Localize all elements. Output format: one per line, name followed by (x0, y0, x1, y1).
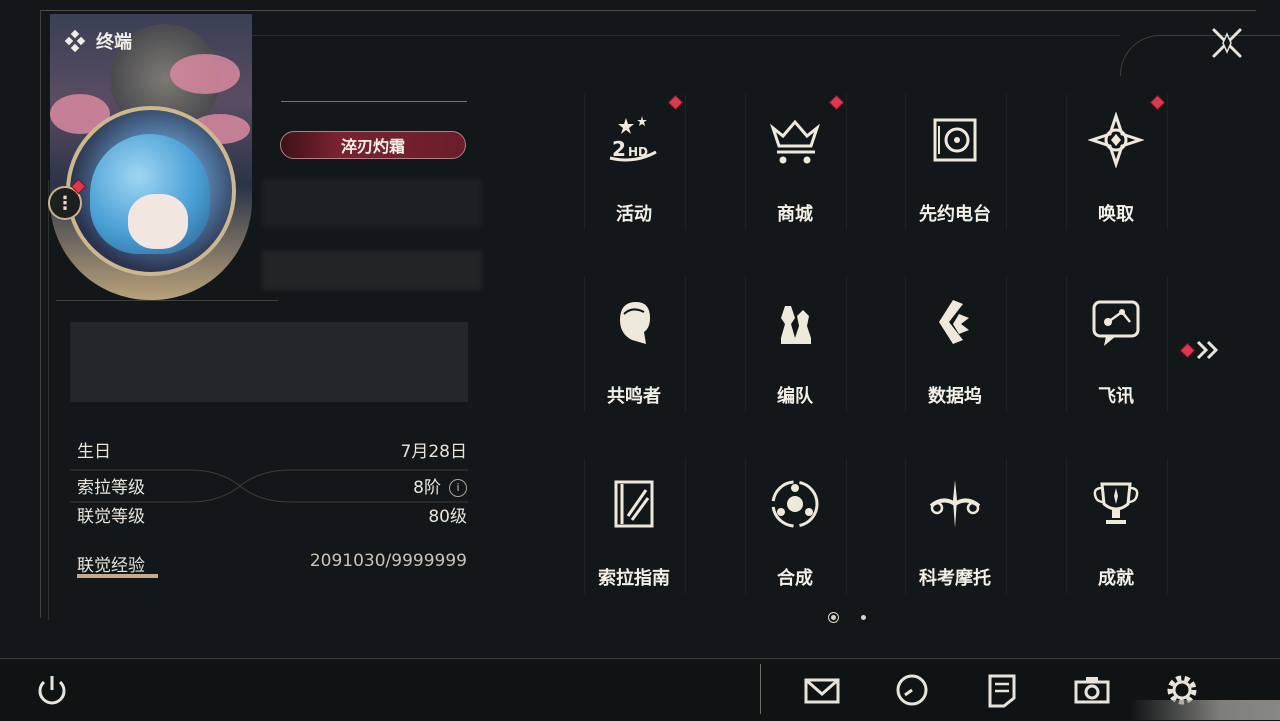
tile-achievements[interactable]: 成就 (1066, 458, 1168, 594)
tile-label: 编队 (777, 386, 813, 407)
page-dot[interactable] (861, 615, 866, 620)
diamond-cluster-icon (64, 30, 86, 52)
tile-convene[interactable]: 唤取 (1066, 94, 1168, 230)
tile-label: 商城 (777, 204, 813, 225)
mail-button[interactable] (802, 670, 842, 710)
frame-top-curve (1120, 35, 1280, 76)
notification-badge (1181, 344, 1194, 357)
tile-motorbike[interactable]: 科考摩托 (905, 458, 1007, 594)
redacted-player-id (262, 250, 482, 290)
tile-event[interactable]: 2 HD 活动 (584, 94, 686, 230)
clock-button[interactable] (892, 670, 932, 710)
page-dot-active[interactable] (828, 612, 839, 623)
tile-resonators[interactable]: 共鸣者 (584, 276, 686, 412)
tile-label: 科考摩托 (919, 568, 991, 589)
tile-label: 活动 (616, 204, 652, 225)
tile-label: 数据坞 (928, 386, 982, 407)
title-badge[interactable]: 淬刃灼霜 (280, 131, 466, 159)
sola-level-text: 8阶 (413, 478, 441, 498)
camera-icon (1074, 677, 1110, 704)
camera-button[interactable] (1072, 670, 1112, 710)
avatar-face (128, 194, 188, 249)
motorbike-icon (929, 480, 981, 528)
page-title: 终端 (96, 32, 132, 53)
frame-left-line (40, 10, 41, 618)
close-button[interactable] (1206, 22, 1248, 64)
tile-data-dock[interactable]: 数据坞 (905, 276, 1007, 412)
next-page-button[interactable] (1180, 338, 1224, 362)
data-dock-icon (939, 300, 969, 344)
tile-label: 合成 (777, 568, 813, 589)
guide-book-icon (614, 480, 654, 528)
portrait-blossom (170, 54, 240, 94)
info-icon[interactable]: i (449, 479, 467, 497)
corner-overlay (1130, 700, 1280, 720)
radio-icon (933, 118, 977, 162)
trophy-icon (1093, 482, 1139, 524)
close-icon (1212, 28, 1242, 58)
chat-bubble-icon (1092, 300, 1140, 346)
tile-label: 飞讯 (1098, 386, 1134, 407)
frame-left-inner-line (48, 180, 49, 620)
tile-radio[interactable]: 先约电台 (905, 94, 1007, 230)
exp-underline (77, 574, 158, 578)
union-level-value: 80级 (428, 507, 467, 527)
tile-label: 共鸣者 (607, 386, 661, 407)
tile-label: 唤取 (1098, 204, 1134, 225)
bottom-divider (760, 664, 761, 714)
birthday-value: 7月28日 (400, 442, 467, 462)
tile-label: 成就 (1098, 568, 1134, 589)
sola-level-label: 索拉等级 (77, 478, 145, 498)
divider (56, 300, 278, 301)
redacted-signature[interactable] (70, 322, 468, 402)
crown-cart-icon (769, 119, 821, 164)
synthesis-icon (771, 480, 819, 528)
tile-label: 先约电台 (919, 204, 991, 225)
union-exp-value: 2091030/9999999 (309, 551, 467, 571)
union-exp-label: 联觉经验 (77, 556, 145, 576)
tile-label: 索拉指南 (598, 568, 670, 589)
chess-pieces-icon (781, 306, 811, 344)
notes-icon (988, 674, 1016, 708)
sola-level-value: 8阶 i (413, 473, 467, 498)
resonator-head-icon (620, 302, 650, 344)
divider (281, 101, 467, 102)
tile-shop[interactable]: 商城 (745, 94, 847, 230)
union-level-label: 联觉等级 (77, 507, 145, 527)
power-button[interactable] (32, 670, 72, 710)
notes-button[interactable] (982, 670, 1022, 710)
tile-guide[interactable]: 索拉指南 (584, 458, 686, 594)
event-2hd-icon: 2 HD (609, 116, 657, 162)
redacted-player-name (262, 178, 482, 228)
compass-star-icon (1088, 112, 1144, 168)
avatar-portrait[interactable] (50, 14, 252, 300)
more-dots-icon: ⋮ (56, 192, 74, 214)
clock-icon (896, 674, 928, 706)
double-chevron-right-icon (1196, 340, 1219, 360)
tile-messages[interactable]: 飞讯 (1066, 276, 1168, 412)
tile-synthesis[interactable]: 合成 (745, 458, 847, 594)
mail-icon (804, 678, 840, 704)
power-icon (38, 676, 66, 705)
tile-team[interactable]: 编队 (745, 276, 847, 412)
terminal-title: 终端 (64, 28, 132, 54)
birthday-label: 生日 (77, 442, 111, 462)
